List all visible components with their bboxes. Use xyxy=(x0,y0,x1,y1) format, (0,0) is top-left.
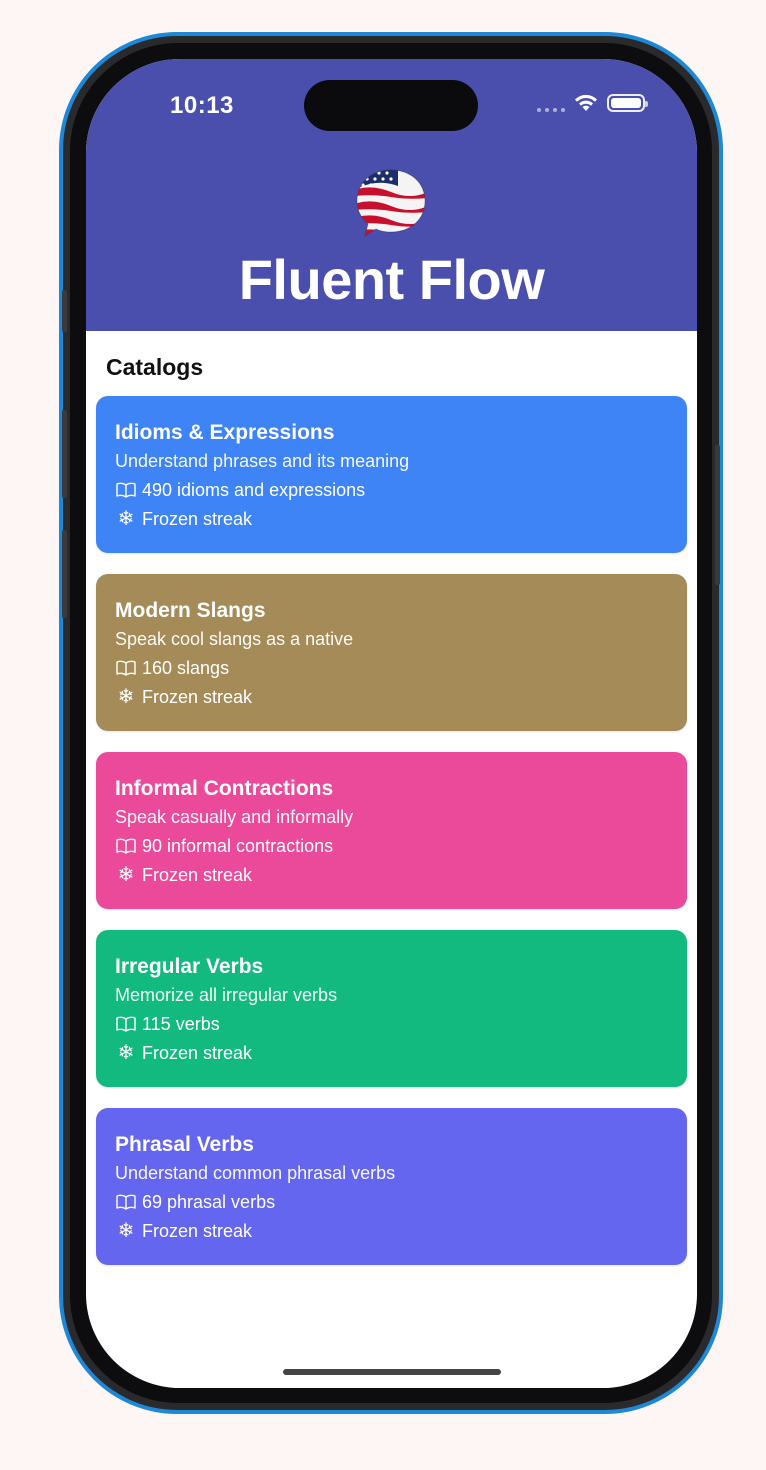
open-book-icon xyxy=(115,836,137,856)
catalog-card-subtitle: Understand phrases and its meaning xyxy=(115,451,410,471)
snowflake-icon: ❄ xyxy=(117,1042,135,1064)
catalog-card-streak: Frozen streak xyxy=(142,1221,253,1241)
volume-up-button xyxy=(62,410,67,498)
catalog-card-subtitle: Speak cool slangs as a native xyxy=(115,629,354,649)
battery-level xyxy=(611,98,641,108)
wifi-icon xyxy=(575,94,597,111)
catalog-card-irregular-verbs[interactable]: Irregular Verbs Memorize all irregular v… xyxy=(96,930,687,1087)
catalog-card-count-row: 115 verbs xyxy=(115,1013,668,1035)
phone-screen: 10:13 Fluent Flow Catalogs Idioms & Expr… xyxy=(86,59,697,1388)
catalog-card-streak-row: ❄ Frozen streak xyxy=(115,508,668,530)
status-icons xyxy=(537,93,648,113)
catalog-card-idioms[interactable]: Idioms & Expressions Understand phrases … xyxy=(96,396,687,553)
catalog-card-subtitle: Memorize all irregular verbs xyxy=(115,985,338,1005)
snowflake-icon: ❄ xyxy=(117,1220,135,1242)
catalog-card-subtitle: Understand common phrasal verbs xyxy=(115,1163,396,1183)
catalog-card-count-row: 490 idioms and expressions xyxy=(115,479,668,501)
catalog-card-slangs[interactable]: Modern Slangs Speak cool slangs as a nat… xyxy=(96,574,687,731)
app-title: Fluent Flow xyxy=(238,248,545,311)
us-flag-speech-bubble-icon xyxy=(356,169,426,238)
catalog-card-subtitle: Speak casually and informally xyxy=(115,807,354,827)
section-title: Catalogs xyxy=(106,354,204,380)
catalog-card-count: 115 verbs xyxy=(142,1014,220,1034)
volume-down-button xyxy=(62,530,67,618)
dynamic-island xyxy=(304,80,478,131)
snowflake-icon: ❄ xyxy=(117,686,135,708)
open-book-icon xyxy=(115,1192,137,1212)
catalog-card-count: 160 slangs xyxy=(142,658,230,678)
catalog-card-title: Phrasal Verbs xyxy=(115,1133,254,1156)
catalog-card-streak-row: ❄ Frozen streak xyxy=(115,1042,668,1064)
status-time: 10:13 xyxy=(170,92,234,119)
catalog-card-streak: Frozen streak xyxy=(142,509,253,529)
home-indicator[interactable] xyxy=(283,1369,501,1375)
catalog-card-title: Idioms & Expressions xyxy=(115,421,335,444)
open-book-icon xyxy=(115,1014,137,1034)
catalog-card-count-row: 90 informal contractions xyxy=(115,835,668,857)
catalog-card-count-row: 160 slangs xyxy=(115,657,668,679)
catalog-card-title: Irregular Verbs xyxy=(115,955,264,978)
catalog-card-streak: Frozen streak xyxy=(142,687,253,707)
cellular-signal-icon xyxy=(537,108,565,112)
power-button xyxy=(715,445,720,585)
catalog-card-count: 69 phrasal verbs xyxy=(142,1192,276,1212)
snowflake-icon: ❄ xyxy=(117,864,135,886)
catalog-card-streak-row: ❄ Frozen streak xyxy=(115,864,668,886)
snowflake-icon: ❄ xyxy=(117,508,135,530)
catalog-card-title: Modern Slangs xyxy=(115,599,266,622)
catalog-card-streak-row: ❄ Frozen streak xyxy=(115,686,668,708)
catalog-card-title: Informal Contractions xyxy=(115,777,334,800)
catalog-card-count: 90 informal contractions xyxy=(142,836,334,856)
catalog-list: Idioms & Expressions Understand phrases … xyxy=(96,396,687,1286)
open-book-icon xyxy=(115,480,137,500)
catalog-card-streak: Frozen streak xyxy=(142,865,253,885)
catalog-card-streak: Frozen streak xyxy=(142,1043,253,1063)
open-book-icon xyxy=(115,658,137,678)
catalog-card-count: 490 idioms and expressions xyxy=(142,480,366,500)
catalog-card-contractions[interactable]: Informal Contractions Speak casually and… xyxy=(96,752,687,909)
app-header: 10:13 Fluent Flow xyxy=(86,59,697,331)
battery-icon xyxy=(607,94,648,112)
catalog-card-streak-row: ❄ Frozen streak xyxy=(115,1220,668,1242)
catalog-card-count-row: 69 phrasal verbs xyxy=(115,1191,668,1213)
action-button xyxy=(62,290,67,332)
catalog-card-phrasal-verbs[interactable]: Phrasal Verbs Understand common phrasal … xyxy=(96,1108,687,1265)
device-stage: 10:13 Fluent Flow Catalogs Idioms & Expr… xyxy=(0,0,766,1470)
